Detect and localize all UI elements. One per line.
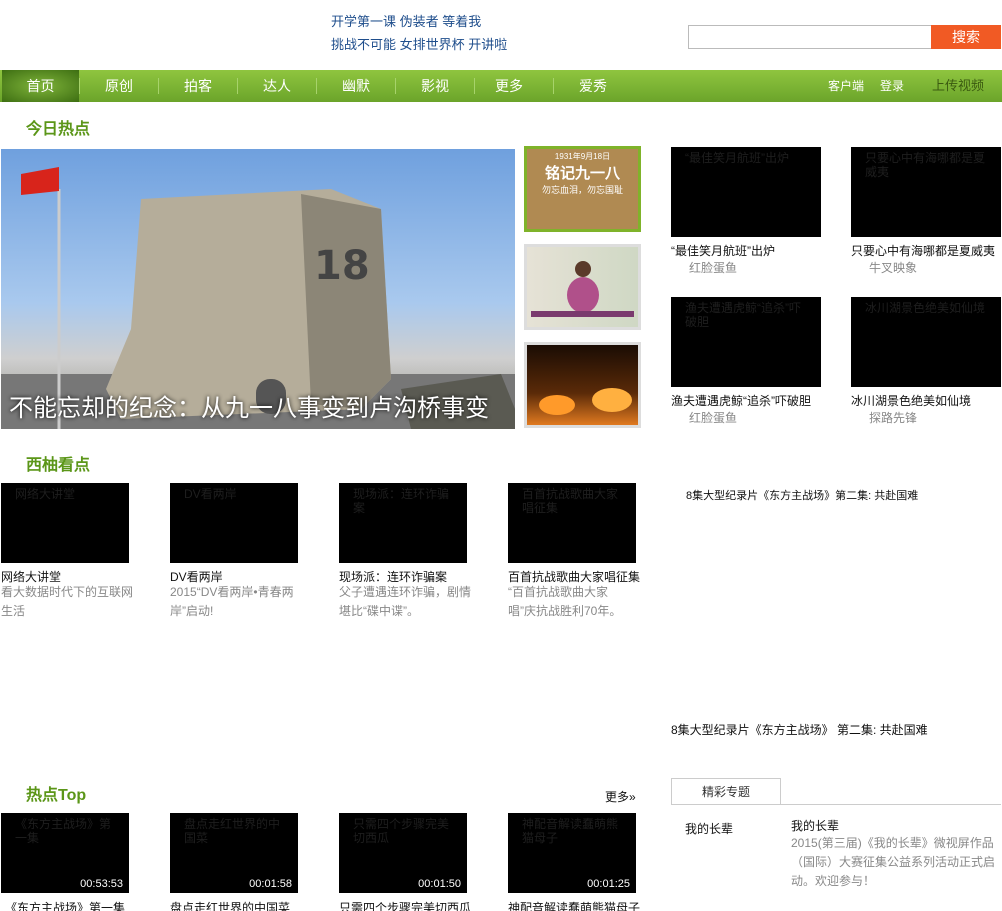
top-link[interactable]: 女排世界杯 [400,37,465,52]
video-title[interactable]: 只需四个步骤完美切西瓜 [339,899,499,911]
video-title[interactable]: 渔夫遭遇虎鲸“追杀”吓破胆 [671,392,831,409]
svg-text:18: 18 [314,243,370,289]
nav-item-humor[interactable]: 幽默 [317,70,395,102]
upload-video-link[interactable]: 上传视频 [932,70,984,102]
yoga-image [531,261,634,317]
section-title-xiyou: 西柚看点 [26,457,91,474]
nav-item-more[interactable]: 更多 [475,70,543,102]
video-title[interactable]: 只要心中有海哪都是夏威夷 [851,242,1001,259]
section-title-today-hot: 今日热点 [26,121,91,138]
video-desc: 看大数据时代下的互联网生活 [1,585,134,618]
video-duration: 00:53:53 [80,878,123,890]
video-duration: 00:01:58 [249,878,292,890]
video-thumb[interactable]: 神配音解读蠢萌熊猫母子 00:01:25 [508,813,636,893]
top-links-row-1: 开学第一课 伪装者 等着我 [331,10,507,33]
client-link[interactable]: 客户端 [828,70,864,102]
video-title[interactable]: 盘点走红世界的中国菜 [170,899,325,911]
video-title[interactable]: 《东方主战场》第一集 [5,899,160,911]
more-link[interactable]: 更多» [605,788,636,805]
top-link[interactable]: 等着我 [442,14,481,29]
login-link[interactable]: 登录 [880,70,904,102]
thumb-ghost-title: “最佳笑月航班”出炉 [685,151,789,165]
video-source[interactable]: 牛叉映象 [869,259,917,276]
side-thumb-1-slogan: 勿忘血泪，勿忘国耻 [541,185,623,195]
top-links-row-2: 挑战不可能 女排世界杯 开讲啦 [331,33,507,56]
video-thumb[interactable]: 百首抗战歌曲大家唱征集 [508,483,636,563]
video-thumb[interactable]: DV看两岸 [170,483,298,563]
documentary-link[interactable]: 8集大型纪录片《东方主战场》第二集: 共赴国难 [686,487,918,503]
video-thumb[interactable]: 网络大讲堂 [1,483,129,563]
thumb-ghost-title: 只需四个步骤完美切西瓜 [353,817,450,845]
special-desc: 2015(第三届)《我的长辈》微视屏作品（国际）大赛征集公益系列活动正式启动。欢… [791,836,996,888]
special-title[interactable]: 我的长辈 [791,817,839,834]
nav-item-film[interactable]: 影视 [396,70,474,102]
documentary-link[interactable]: 8集大型纪录片《东方主战场》 第二集: 共赴国难 [671,721,928,738]
top-link[interactable]: 伪装者 [400,14,439,29]
side-thumb-2[interactable] [524,244,641,330]
thumb-ghost-title: DV看两岸 [184,487,237,501]
nav-item-daren[interactable]: 达人 [238,70,316,102]
video-thumb[interactable]: 现场派：连环诈骗案 [339,483,467,563]
thumb-ghost-title: 神配音解读蠢萌熊猫母子 [522,817,619,845]
top-hot-links: 开学第一课 伪装者 等着我 挑战不可能 女排世界杯 开讲啦 [331,10,507,56]
nav-item-original[interactable]: 原创 [80,70,158,102]
video-source[interactable]: 红脸蛋鱼 [689,259,737,276]
video-thumb[interactable]: 渔夫遭遇虎鲸“追杀”吓破胆 [671,297,821,387]
thumb-ghost-title: 渔夫遭遇虎鲸“追杀”吓破胆 [685,301,801,329]
video-thumb[interactable]: 《东方主战场》第一集 00:53:53 [1,813,129,893]
thumb-ghost-title: 网络大讲堂 [15,487,76,501]
video-desc: 父子遭遇连环诈骗，剧情堪比“碟中谍”。 [339,585,472,618]
nav-item-aixiu[interactable]: 爱秀 [554,70,632,102]
side-thumb-1[interactable]: 1931年9月18日 铭记九一八 勿忘血泪，勿忘国耻 [524,146,641,232]
video-thumb[interactable]: 盘点走红世界的中国菜 00:01:58 [170,813,298,893]
hero-banner[interactable]: 18 不能忘却的纪念：从九一八事变到卢沟桥事变 [1,149,515,429]
thumb-ghost-title: 百首抗战歌曲大家唱征集 [522,487,619,515]
video-thumb[interactable]: “最佳笑月航班”出炉 [671,147,821,237]
hero-caption: 不能忘却的纪念：从九一八事变到卢沟桥事变 [9,395,489,422]
video-desc: “百首抗战歌曲大家唱”庆抗战胜利70年。 [508,585,622,618]
video-source[interactable]: 探路先锋 [869,409,917,426]
fire-image [539,388,632,415]
memorial-image: 18 [1,167,515,429]
side-thumb-1-date: 1931年9月18日 [554,152,611,161]
thumb-ghost-title: 盘点走红世界的中国菜 [184,817,281,845]
video-thumb[interactable]: 只需四个步骤完美切西瓜 00:01:50 [339,813,467,893]
top-link[interactable]: 开学第一课 [331,14,396,29]
nav-item-home[interactable]: 首页 [2,70,79,102]
top-link[interactable]: 开讲啦 [468,37,507,52]
thumb-ghost-title: 只要心中有海哪都是夏威夷 [865,151,986,179]
video-title[interactable]: 神配音解读蠢萌熊猫母子 [508,899,658,911]
search-input[interactable] [688,25,932,49]
video-desc: 2015“DV看两岸•青春两岸”启动! [170,585,294,618]
video-thumb[interactable]: 只要心中有海哪都是夏威夷 [851,147,1001,237]
search-button[interactable]: 搜索 [931,25,1001,49]
video-title[interactable]: 冰川湖景色绝美如仙境 [851,392,1001,409]
side-thumb-1-title: 铭记九一八 [544,165,620,182]
thumb-ghost-title: 现场派：连环诈骗案 [353,487,450,515]
thumb-ghost-title: 《东方主战场》第一集 [15,817,112,845]
tab-special-topics[interactable]: 精彩专题 [671,778,781,805]
special-left-label[interactable]: 我的长辈 [685,820,733,837]
side-thumb-3[interactable] [524,342,641,428]
video-source[interactable]: 红脸蛋鱼 [689,409,737,426]
nav-item-paike[interactable]: 拍客 [159,70,237,102]
top-link[interactable]: 挑战不可能 [331,37,396,52]
video-title[interactable]: “最佳笑月航班”出炉 [671,242,826,259]
section-title-hot-top: 热点Top [26,787,87,804]
video-thumb[interactable]: 冰川湖景色绝美如仙境 [851,297,1001,387]
thumb-ghost-title: 冰川湖景色绝美如仙境 [865,301,986,315]
video-duration: 00:01:25 [587,878,630,890]
main-nav: 首页 原创 拍客 达人 幽默 影视 更多 爱秀 客户端 登录 上传视频 [0,70,1002,102]
video-duration: 00:01:50 [418,878,461,890]
tab-divider [671,804,1001,805]
